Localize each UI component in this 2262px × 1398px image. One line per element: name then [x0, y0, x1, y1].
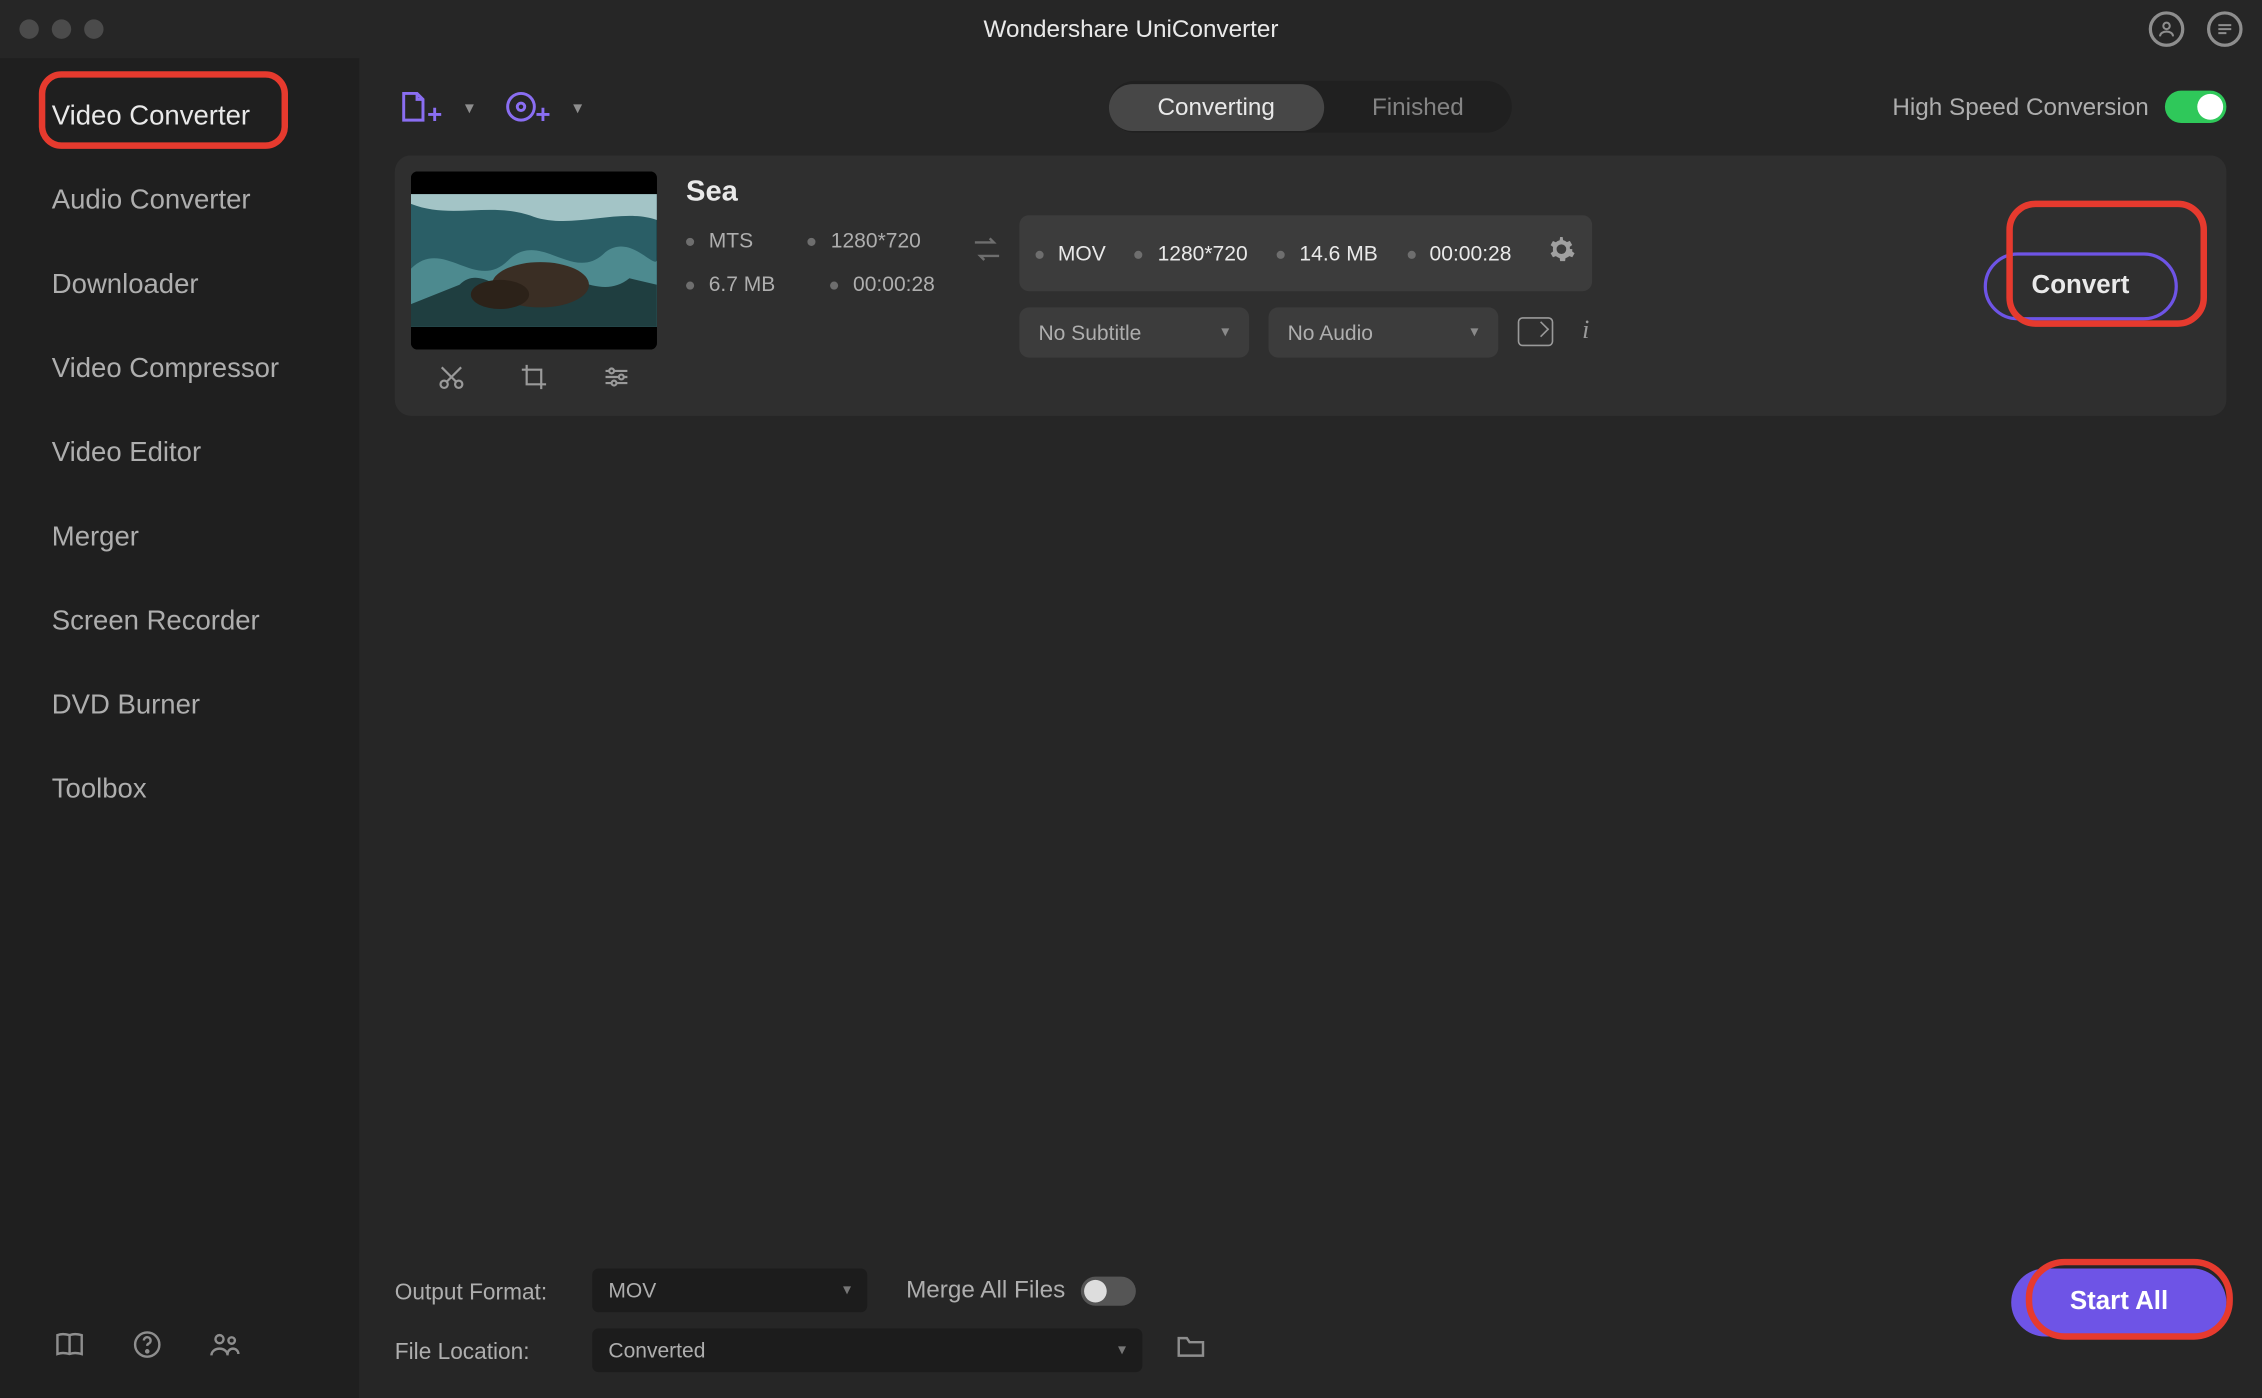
sidebar-item-audio-converter[interactable]: Audio Converter: [0, 159, 359, 243]
high-speed-label: High Speed Conversion: [1892, 93, 2148, 121]
convert-column: Convert: [1983, 172, 2210, 400]
subtitle-dropdown[interactable]: No Subtitle ▾: [1019, 307, 1249, 357]
help-icon[interactable]: [129, 1327, 165, 1363]
target-meta: MOV 1280*720 14.6 MB 00:00:28: [1019, 214, 1592, 290]
sidebar-item-video-converter[interactable]: Video Converter: [0, 74, 359, 158]
sidebar-item-video-compressor[interactable]: Video Compressor: [0, 327, 359, 411]
target-duration: 00:00:28: [1407, 240, 1512, 264]
merge-all-label: Merge All Files: [906, 1277, 1065, 1305]
swap-arrow-icon: [970, 232, 1002, 272]
file-location-value: Converted: [608, 1338, 705, 1362]
file-location-label: File Location:: [395, 1337, 573, 1363]
tab-segmented-control: Converting Finished: [1109, 81, 1512, 133]
chevron-down-icon: ▾: [573, 96, 582, 117]
chevron-down-icon: ▾: [1470, 323, 1478, 341]
file-card: Sea MTS 1280*720 6.7 MB 00:00:28: [395, 155, 2227, 416]
sidebar-bottom-icons: [0, 1301, 359, 1398]
adjust-icon[interactable]: [593, 362, 638, 399]
file-name: Sea: [686, 175, 935, 209]
video-thumbnail[interactable]: [411, 172, 657, 350]
audio-dropdown[interactable]: No Audio ▾: [1268, 307, 1498, 357]
tab-finished[interactable]: Finished: [1323, 83, 1512, 130]
high-speed-toggle-row: High Speed Conversion: [1892, 91, 2226, 123]
title-bar: Wondershare UniConverter: [0, 0, 2262, 58]
sidebar-item-downloader[interactable]: Downloader: [0, 243, 359, 327]
convert-button[interactable]: Convert: [1983, 252, 2178, 320]
trim-icon[interactable]: [429, 362, 474, 399]
toolbar: + ▾ + ▾ Converting Finished High Speed C…: [359, 58, 2262, 155]
expand-icon[interactable]: [1517, 317, 1553, 346]
source-meta: Sea MTS 1280*720 6.7 MB 00:00:28: [676, 172, 935, 400]
file-list: Sea MTS 1280*720 6.7 MB 00:00:28: [359, 155, 2262, 1252]
thumbnail-tools: [411, 349, 657, 399]
output-format-dropdown[interactable]: MOV ▾: [592, 1269, 867, 1313]
chevron-down-icon: ▾: [843, 1281, 851, 1299]
source-format: MTS: [686, 228, 753, 252]
source-duration: 00:00:28: [830, 272, 935, 296]
book-icon[interactable]: [52, 1327, 88, 1363]
sidebar: Video Converter Audio Converter Download…: [0, 58, 359, 1398]
merge-all-toggle[interactable]: [1081, 1276, 1136, 1305]
target-size: 14.6 MB: [1277, 240, 1378, 264]
chevron-down-icon: ▾: [465, 96, 474, 117]
sidebar-item-video-editor[interactable]: Video Editor: [0, 411, 359, 495]
merge-all-row: Merge All Files: [906, 1276, 1136, 1305]
bottom-bar: Output Format: MOV ▾ Merge All Files Fil…: [359, 1252, 2262, 1398]
sidebar-item-toolbox[interactable]: Toolbox: [0, 748, 359, 832]
target-resolution: 1280*720: [1135, 240, 1248, 264]
tab-converting[interactable]: Converting: [1109, 83, 1323, 130]
sidebar-item-screen-recorder[interactable]: Screen Recorder: [0, 579, 359, 663]
community-icon[interactable]: [207, 1327, 243, 1363]
folder-icon[interactable]: [1175, 1330, 1207, 1370]
window-title: Wondershare UniConverter: [0, 15, 2262, 43]
gear-icon[interactable]: [1547, 234, 1576, 271]
output-format-label: Output Format:: [395, 1277, 573, 1303]
sidebar-item-merger[interactable]: Merger: [0, 495, 359, 579]
main-pane: + ▾ + ▾ Converting Finished High Speed C…: [359, 58, 2262, 1398]
source-resolution: 1280*720: [808, 228, 921, 252]
output-format-value: MOV: [608, 1278, 656, 1302]
source-size: 6.7 MB: [686, 272, 775, 296]
app-window: Wondershare UniConverter Video Converter…: [0, 0, 2262, 1398]
under-controls: No Subtitle ▾ No Audio ▾ i: [954, 307, 1599, 357]
chevron-down-icon: ▾: [1118, 1341, 1126, 1359]
chevron-down-icon: ▾: [1221, 323, 1229, 341]
start-all-button[interactable]: Start All: [2012, 1269, 2227, 1337]
subtitle-value: No Subtitle: [1038, 320, 1141, 344]
add-dvd-button[interactable]: + ▾: [503, 89, 582, 125]
crop-icon[interactable]: [511, 362, 556, 399]
audio-value: No Audio: [1288, 320, 1373, 344]
target-format: MOV: [1035, 240, 1106, 264]
add-file-button[interactable]: + ▾: [395, 89, 474, 125]
info-icon[interactable]: i: [1572, 317, 1599, 346]
file-location-dropdown[interactable]: Converted ▾: [592, 1328, 1142, 1372]
sidebar-item-dvd-burner[interactable]: DVD Burner: [0, 663, 359, 747]
high-speed-toggle[interactable]: [2165, 91, 2226, 123]
